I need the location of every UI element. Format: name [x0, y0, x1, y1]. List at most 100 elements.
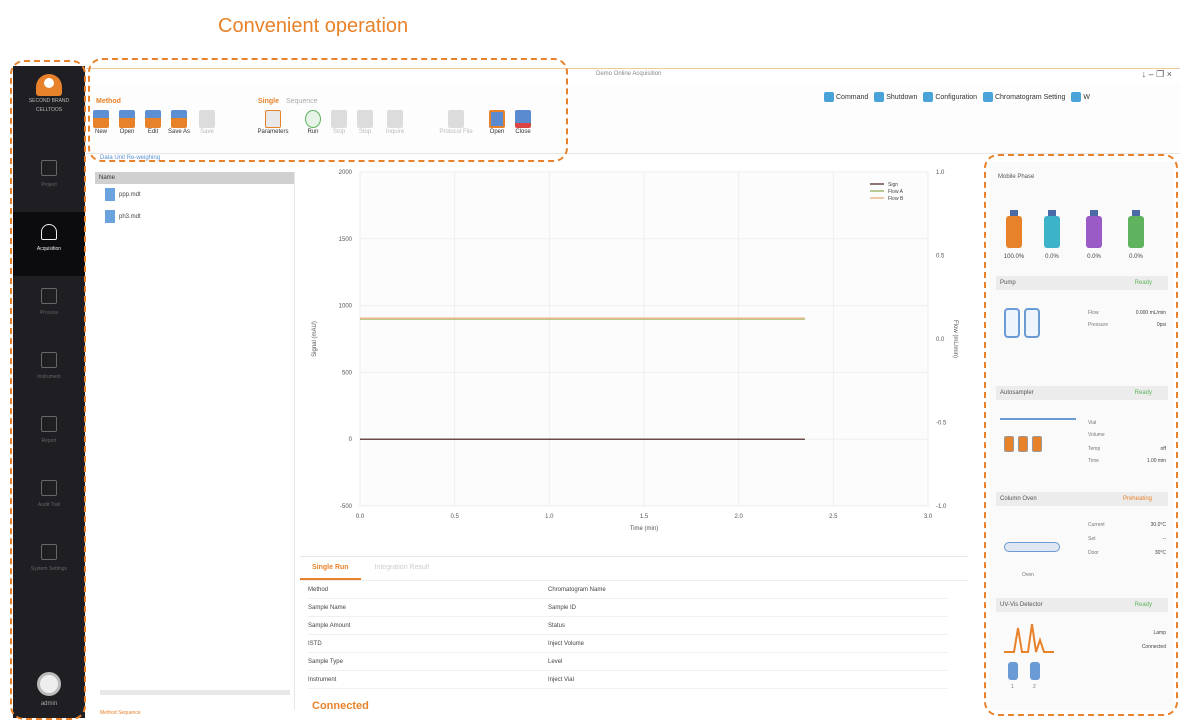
quick-label: Command — [836, 93, 869, 101]
peak-signal-icon — [1004, 623, 1054, 653]
button-label: Stop — [358, 129, 372, 135]
tab-single-run[interactable]: Single Run — [300, 557, 361, 580]
info-label: Sample Amount — [308, 623, 351, 629]
inquire-button[interactable]: Inquire — [382, 110, 408, 135]
tree-horizontal-scrollbar[interactable] — [100, 690, 290, 695]
edit-button[interactable]: Edit — [140, 110, 166, 135]
oven-door-label: Door — [1088, 550, 1099, 556]
method-group-label: Method — [96, 98, 121, 105]
chart-svg: 0.0 0.5 1.0 1.5 2.0 2.5 3.0 -500 0 500 1000 1500 200… — [312, 170, 958, 532]
bottle-d-icon — [1128, 210, 1144, 248]
nav-audit-trail[interactable]: Audit Trail — [13, 468, 85, 532]
run-button[interactable]: Run — [300, 110, 326, 135]
x-tick-label: 3.0 — [924, 514, 933, 520]
user-avatar[interactable] — [37, 672, 61, 696]
x-axis-label: Time (min) — [630, 526, 658, 532]
parameters-button[interactable]: Parameters — [256, 110, 290, 135]
autosampler-section[interactable]: Autosampler Ready — [996, 386, 1168, 400]
pump-section[interactable]: Pump Ready — [996, 276, 1168, 290]
legend-entry: Flow A — [888, 189, 904, 195]
tree-item-label: ppp.mdt — [119, 192, 141, 199]
nav-acquisition[interactable]: Acquisition — [13, 212, 85, 276]
open-method-icon — [119, 110, 135, 128]
file-icon — [105, 210, 115, 223]
x-tick-label: 2.5 — [829, 514, 838, 520]
y-tick-label: 1000 — [339, 304, 353, 310]
quick-configuration[interactable]: Configuration — [923, 92, 977, 102]
percent-c: 0.0% — [1087, 254, 1101, 260]
nav-label: Project — [41, 182, 57, 188]
save-as-button[interactable]: Save As — [166, 110, 192, 135]
info-label: Inject Vial — [548, 677, 574, 683]
info-label: Method — [308, 587, 329, 593]
window-title: Demo Online Acquisition — [596, 71, 662, 77]
y2-tick-label: 1.0 — [936, 170, 945, 176]
oven-current-label: Current — [1088, 522, 1105, 528]
save-button[interactable]: Save — [194, 110, 220, 135]
button-label: Inquire — [385, 129, 405, 135]
run-tabs: Single Run Integration Result — [300, 557, 968, 581]
vial-icon — [1004, 436, 1014, 452]
settings-icon — [41, 544, 57, 560]
quick-command[interactable]: Command — [824, 92, 869, 102]
needle-rail-icon — [1000, 418, 1076, 420]
window-controls[interactable]: ↓ – ❐ × — [1142, 69, 1172, 80]
quick-w[interactable]: W — [1071, 92, 1090, 102]
tree-item[interactable]: ph3.mdt — [95, 210, 294, 228]
oven-current-value: 30.0°C — [1150, 522, 1166, 528]
stop-button[interactable]: Stop — [326, 110, 352, 135]
legend-entry: Sign — [888, 182, 898, 188]
open-method-button[interactable]: Open — [114, 110, 140, 135]
close-button[interactable]: Close — [510, 110, 536, 135]
file-icon — [105, 188, 115, 201]
info-label: Status — [548, 623, 566, 629]
detector-section[interactable]: UV-Vis Detector Ready — [996, 598, 1168, 612]
lamp-2-icon — [1030, 662, 1040, 680]
section-title: Column Oven — [1000, 496, 1037, 502]
info-label: Chromatogram Name — [548, 587, 606, 593]
column-oven-section[interactable]: Column Oven Preheating — [996, 492, 1168, 506]
protocol-file-button[interactable]: Protocol File — [436, 110, 476, 135]
bottom-left-tabs[interactable]: Method Sequence — [100, 710, 141, 716]
open-button[interactable]: Open — [484, 110, 510, 135]
shutdown-icon — [874, 92, 885, 102]
y2-tick-label: -0.5 — [936, 421, 947, 427]
acquisition-icon — [41, 224, 57, 240]
x-tick-label: 2.0 — [734, 514, 743, 520]
close-door-icon — [515, 110, 531, 128]
quick-shutdown[interactable]: Shutdown — [874, 92, 917, 102]
mobile-phase-title: Mobile Phase — [998, 174, 1035, 180]
pump-status: Ready — [1134, 280, 1152, 286]
new-button[interactable]: New — [88, 110, 114, 135]
detector-lamp-label: Lamp — [1153, 630, 1166, 636]
breadcrumb[interactable]: Data Unit Re-weighing — [100, 155, 160, 161]
nav-report[interactable]: Report — [13, 404, 85, 468]
inquire-icon — [387, 110, 403, 128]
percent-b: 0.0% — [1045, 254, 1059, 260]
stop-all-button[interactable]: Stop — [352, 110, 378, 135]
pump-flow-value: 0.000 mL/min — [1135, 310, 1166, 316]
section-title: Pump — [1000, 280, 1016, 286]
bottle-a-icon — [1006, 210, 1022, 248]
nav-project[interactable]: Project — [13, 148, 85, 212]
nav-process[interactable]: Process — [13, 276, 85, 340]
quick-chromatogram-setting[interactable]: Chromatogram Setting — [982, 92, 1065, 102]
logo-text-1: SECOND BRAND — [28, 98, 70, 104]
button-label: Protocol File — [439, 129, 473, 135]
as-volume-label: Volume — [1088, 432, 1105, 438]
info-row: Method Chromatogram Name — [308, 587, 948, 599]
oven-label: Oven — [1022, 572, 1034, 578]
save-icon — [199, 110, 215, 128]
sequence-tab[interactable]: Sequence — [286, 98, 318, 105]
info-row: Sample Amount Status — [308, 623, 948, 635]
button-label: Parameters — [257, 129, 289, 135]
tree-item[interactable]: ppp.mdt — [95, 188, 294, 206]
run-info-panel: Single Run Integration Result Method Chro… — [300, 556, 968, 698]
nav-system-settings[interactable]: System Settings — [13, 532, 85, 596]
x-tick-label: 1.5 — [640, 514, 649, 520]
pump-head-icon — [1024, 308, 1040, 338]
button-label: Save As — [167, 129, 190, 135]
tab-integration-result[interactable]: Integration Result — [363, 557, 442, 578]
nav-instrument[interactable]: Instrument — [13, 340, 85, 404]
single-tab[interactable]: Single — [258, 98, 279, 105]
